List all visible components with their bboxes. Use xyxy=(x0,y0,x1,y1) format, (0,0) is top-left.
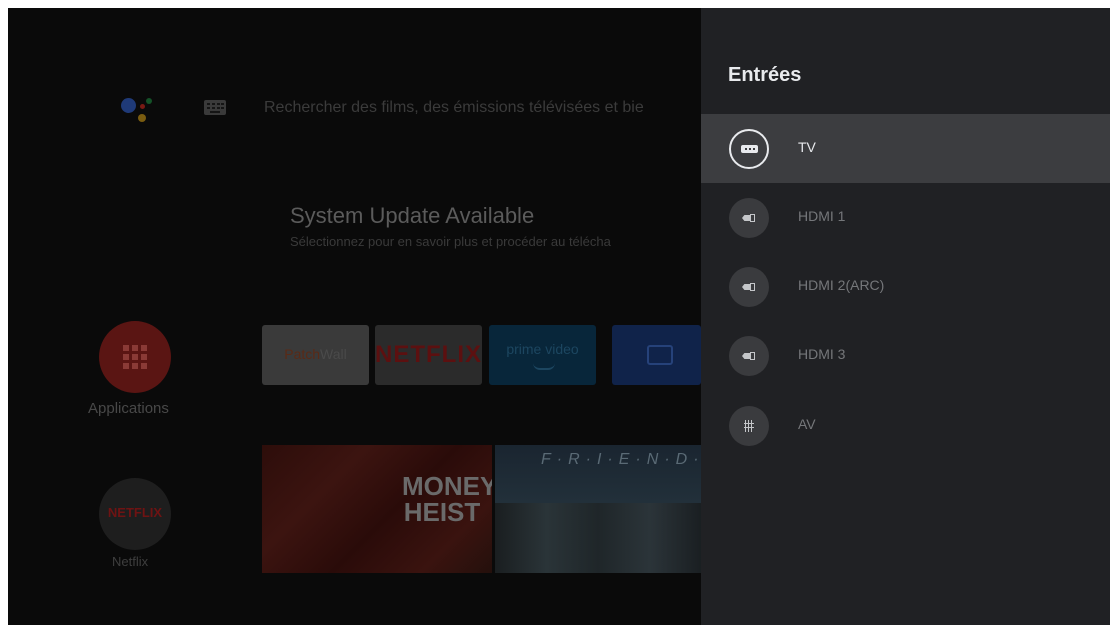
update-subtitle: Sélectionnez pour en savoir plus et proc… xyxy=(290,234,611,249)
tv-icon xyxy=(647,345,673,365)
input-label: HDMI 3 xyxy=(798,346,846,362)
netflix-tile[interactable]: NETFLIX xyxy=(375,325,482,385)
applications-label: Applications xyxy=(88,400,169,417)
netflix-label: Netflix xyxy=(112,554,149,569)
google-assistant-icon[interactable] xyxy=(118,92,158,128)
poster-image xyxy=(495,503,701,573)
tv-screen: Rechercher des films, des émissions télé… xyxy=(8,8,1110,625)
home-screen-background: Rechercher des films, des émissions télé… xyxy=(8,8,701,625)
search-placeholder[interactable]: Rechercher des films, des émissions télé… xyxy=(264,99,644,117)
hdmi-icon xyxy=(729,198,769,238)
netflix-tile-logo: NETFLIX xyxy=(375,341,482,368)
update-title[interactable]: System Update Available xyxy=(290,203,534,229)
netflix-app-button[interactable]: NETFLIX xyxy=(99,478,171,550)
input-item-hdmi-2-arc[interactable]: HDMI 2(ARC) xyxy=(701,252,1110,321)
live-tv-tile[interactable] xyxy=(612,325,701,385)
prime-smile-icon xyxy=(533,363,555,370)
inputs-panel: Entrées TV HDMI 1 HDMI 2(ARC) HDMI 3 AV xyxy=(701,8,1110,625)
prime-video-logo: prime video xyxy=(506,341,579,357)
applications-button[interactable] xyxy=(99,321,171,393)
prime-video-tile[interactable]: prime video xyxy=(489,325,596,385)
patchwall-logo: PatchWall xyxy=(284,346,347,362)
netflix-logo: NETFLIX xyxy=(107,505,163,520)
input-item-av[interactable]: AV xyxy=(701,391,1110,460)
input-item-hdmi-3[interactable]: HDMI 3 xyxy=(701,321,1110,390)
friends-poster[interactable]: F·R·I·E·N·D·S xyxy=(495,445,701,573)
keyboard-icon[interactable] xyxy=(204,100,226,115)
input-item-hdmi-1[interactable]: HDMI 1 xyxy=(701,183,1110,252)
tv-input-icon xyxy=(729,129,769,169)
panel-title: Entrées xyxy=(728,64,802,86)
input-label: HDMI 1 xyxy=(798,208,846,224)
poster-title: F·R·I·E·N·D·S xyxy=(541,451,701,468)
poster-title: MONEY HEIST xyxy=(402,471,492,527)
input-label: AV xyxy=(798,416,816,432)
input-label: TV xyxy=(798,139,816,155)
patchwall-tile[interactable]: PatchWall xyxy=(262,325,369,385)
av-icon xyxy=(729,406,769,446)
apps-grid-icon xyxy=(123,345,147,369)
hdmi-icon xyxy=(729,267,769,307)
hdmi-icon xyxy=(729,336,769,376)
money-heist-poster[interactable]: MONEY HEIST xyxy=(262,445,492,573)
input-label: HDMI 2(ARC) xyxy=(798,277,885,293)
input-item-tv[interactable]: TV xyxy=(701,114,1110,183)
